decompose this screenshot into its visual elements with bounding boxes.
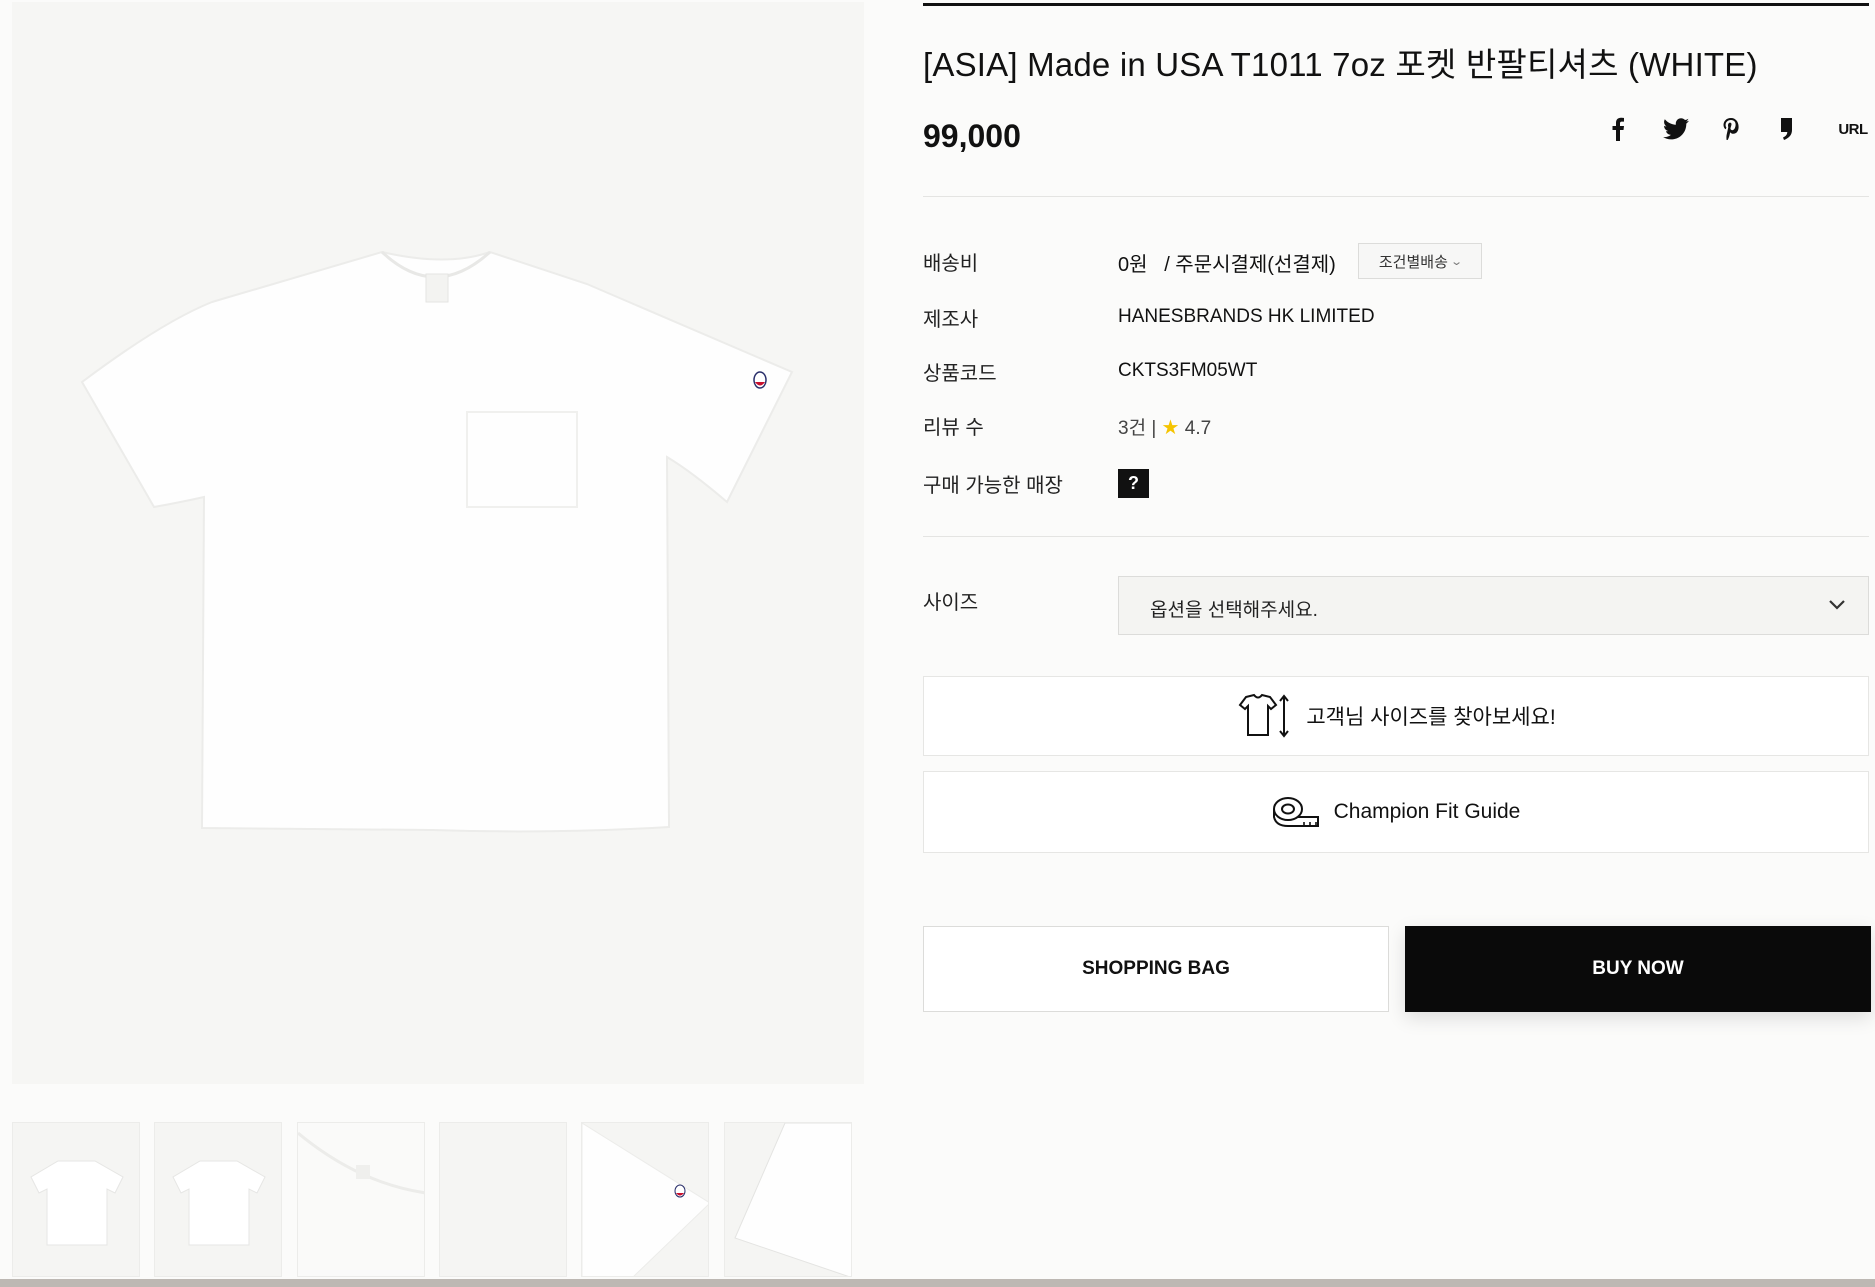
chevron-down-icon — [1829, 600, 1845, 610]
share-kakao-button[interactable] — [1775, 114, 1797, 144]
thumbnail-6[interactable] — [724, 1122, 852, 1277]
share-url-button[interactable]: URL — [1836, 114, 1870, 144]
price-divider — [923, 196, 1869, 197]
fit-guide-label: Champion Fit Guide — [1333, 800, 1521, 823]
review-summary[interactable]: 3건 | ★ 4.7 — [1118, 413, 1211, 440]
find-my-size-label: 고객님 사이즈를 찾아보세요! — [1306, 706, 1556, 729]
share-facebook-button[interactable] — [1606, 114, 1630, 144]
fit-guide-button[interactable]: Champion Fit Guide — [923, 771, 1869, 853]
shipping-value: 0원 / 주문시결제(선결제) — [1118, 254, 1336, 276]
review-label: 리뷰 수 — [923, 417, 984, 439]
tshirt-size-icon — [1238, 693, 1290, 738]
measuring-tape-icon — [1272, 797, 1319, 827]
twitter-icon — [1663, 118, 1689, 140]
size-select[interactable]: 옵션을 선택해주세요. — [1118, 576, 1869, 635]
facebook-icon — [1612, 117, 1624, 141]
store-help-button[interactable]: ? — [1118, 469, 1149, 498]
thumbnail-5[interactable] — [581, 1122, 709, 1277]
shipping-condition-dropdown[interactable]: 조건별배송 ⌄ — [1358, 243, 1482, 279]
shipping-label: 배송비 — [923, 253, 979, 275]
product-title: [ASIA] Made in USA T1011 7oz 포켓 반팔티셔츠 (W… — [923, 46, 1758, 83]
shopping-bag-button[interactable]: SHOPPING BAG — [923, 926, 1389, 1012]
star-icon: ★ — [1161, 417, 1180, 439]
size-select-placeholder: 옵션을 선택해주세요. — [1150, 600, 1318, 621]
review-rating: 4.7 — [1184, 418, 1212, 439]
pinterest-icon — [1723, 118, 1739, 140]
size-label: 사이즈 — [923, 592, 979, 614]
product-code-value: CKTS3FM05WT — [1118, 360, 1258, 381]
top-divider — [923, 3, 1869, 6]
thumbnail-1[interactable] — [12, 1122, 140, 1277]
review-count: 3건 | — [1118, 418, 1157, 439]
product-code-label: 상품코드 — [923, 363, 997, 385]
shipping-condition-label: 조건별배송 — [1378, 253, 1448, 271]
product-price: 99,000 — [923, 118, 1021, 154]
maker-label: 제조사 — [923, 309, 979, 331]
info-divider — [923, 536, 1869, 537]
main-product-image[interactable] — [12, 2, 864, 1084]
maker-value: HANESBRANDS HK LIMITED — [1118, 306, 1375, 327]
horizontal-scrollbar[interactable] — [0, 1279, 1875, 1287]
available-store-label: 구매 가능한 매장 — [923, 475, 1063, 497]
thumbnail-3[interactable] — [297, 1122, 425, 1277]
buy-now-button[interactable]: BUY NOW — [1405, 926, 1871, 1012]
kakao-story-icon — [1781, 118, 1792, 140]
chevron-down-icon: ⌄ — [1450, 255, 1463, 268]
thumbnail-4[interactable] — [439, 1122, 567, 1277]
share-twitter-button[interactable] — [1661, 114, 1691, 144]
thumbnail-strip — [12, 1122, 852, 1277]
share-pinterest-button[interactable] — [1719, 114, 1743, 144]
find-my-size-button[interactable]: 고객님 사이즈를 찾아보세요! — [923, 676, 1869, 756]
thumbnail-2[interactable] — [154, 1122, 282, 1277]
